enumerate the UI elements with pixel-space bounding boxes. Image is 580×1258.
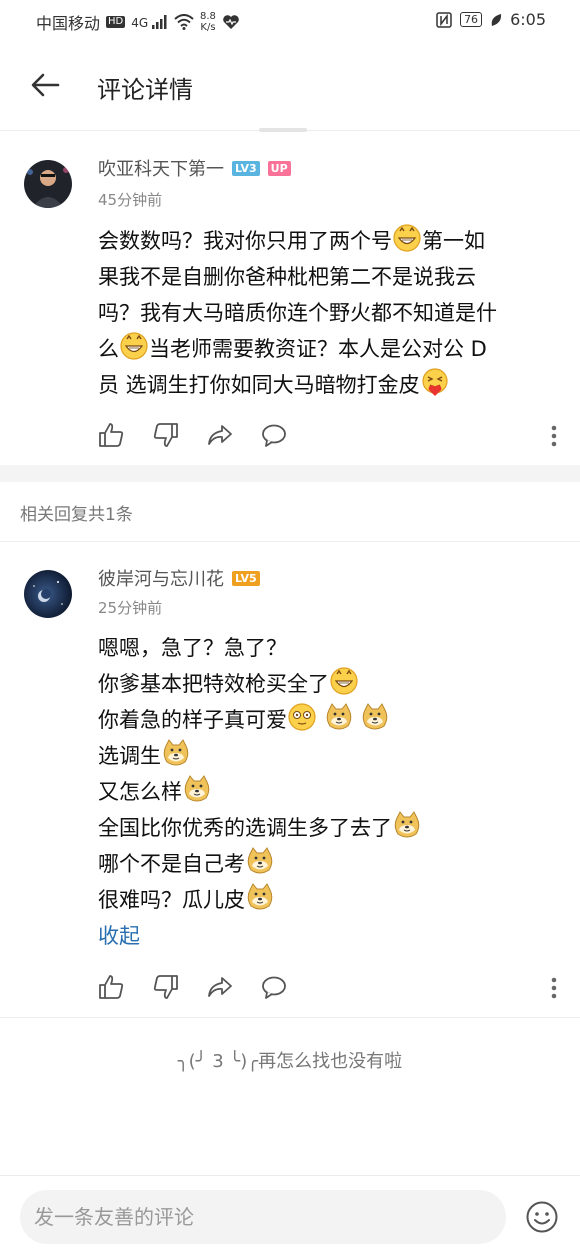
network-speed: 8.8 K/s [200,11,216,33]
doge-emoji-icon [394,811,420,838]
doge-emoji-icon [247,847,273,874]
doge-emoji-icon [184,775,210,802]
smiley-icon[interactable] [525,1200,559,1234]
like-icon[interactable] [97,973,125,1001]
signal-icon: 4G [131,14,168,30]
more-icon[interactable] [551,977,557,999]
divider [0,1017,580,1018]
share-icon[interactable] [206,973,234,1001]
comment-icon[interactable] [260,973,288,1001]
wifi-icon [174,14,194,30]
comment-body: 嗯嗯，急了？急了？ 你爹基本把特效枪买全了 你着急的样子真可爱 选调生 又怎么样… [98,630,558,954]
comment-time: 45分钟前 [98,191,163,209]
end-of-list-text: ╮(╯ 3 ╰)╭再怎么找也没有啦 [177,1051,403,1072]
dizzy-emoji-icon [288,703,316,731]
comment-input-bar [0,1175,580,1258]
doge-emoji-icon [363,703,388,730]
comment-author: 彼岸河与忘川花 LV5 [98,565,260,591]
status-bar: 中国移动 HD 4G 8.8 K/s 76 6:05 [0,0,580,40]
laugh-heart-emoji-icon [422,368,448,396]
more-icon[interactable] [551,425,557,447]
doge-emoji-icon [247,883,273,910]
up-badge: UP [267,160,291,176]
nfc-icon [436,11,452,28]
comment-body: 会数数吗？我对你只用了两个号 第一如 果我不是自删你爸种枇杷第二不是说我云 吗？我… [98,223,558,403]
dislike-icon[interactable] [152,973,180,1001]
avatar[interactable] [24,160,72,208]
username[interactable]: 吹亚科天下第一 [98,155,224,181]
dislike-icon[interactable] [152,421,180,449]
battery-indicator: 76 [460,12,483,27]
doge-emoji-icon [326,703,351,730]
share-icon[interactable] [206,421,234,449]
comment-actions [97,421,557,451]
grin-emoji-icon [393,224,421,252]
username[interactable]: 彼岸河与忘川花 [98,565,224,591]
app-bar: 评论详情 [0,50,580,124]
avatar[interactable] [24,570,72,618]
drag-handle[interactable] [259,128,307,132]
section-gap [0,465,580,482]
leaf-icon [491,13,502,26]
comment-actions [97,973,557,1003]
like-icon[interactable] [97,421,125,449]
clock: 6:05 [510,10,546,29]
level-badge: LV3 [232,160,260,176]
carrier-text: 中国移动 [36,14,101,33]
doge-emoji-icon [163,739,189,766]
comment-author: 吹亚科天下第一 LV3 UP [98,155,291,181]
comment-time: 25分钟前 [98,599,163,617]
level-badge: LV5 [232,570,260,586]
page-title: 评论详情 [97,76,193,104]
heart-pulse-icon [223,15,239,29]
grin-emoji-icon [120,332,148,360]
comment-input[interactable] [20,1190,506,1244]
comment-icon[interactable] [260,421,288,449]
hd-icon: HD [106,16,126,28]
related-replies-label: 相关回复共1条 [20,505,133,525]
grin-emoji-icon [330,667,358,695]
back-arrow-icon[interactable] [28,68,62,102]
divider [0,541,580,542]
collapse-link[interactable]: 收起 [98,924,140,948]
